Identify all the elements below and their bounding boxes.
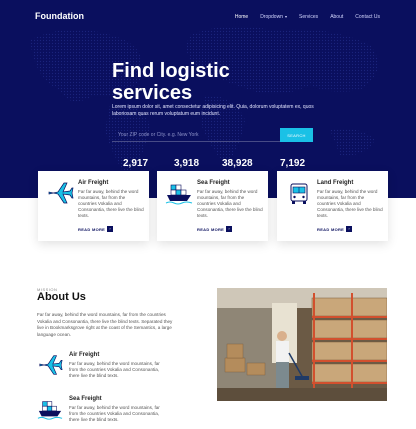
- card-title: Land Freight: [317, 180, 354, 186]
- nav-dropdown[interactable]: Dropdown ▾: [260, 14, 287, 20]
- nav-contact[interactable]: Contact Us: [355, 14, 380, 20]
- read-more-link[interactable]: READ MORE: [197, 227, 224, 232]
- nav-dropdown-label: Dropdown: [260, 14, 283, 20]
- card-text: Far far away, behind the word mountains,…: [197, 189, 263, 218]
- arrow-right-icon[interactable]: ›: [226, 226, 232, 232]
- feature-title: Air Freight: [69, 352, 100, 358]
- main-nav: Home Dropdown ▾ Services About Contact Us: [223, 14, 380, 20]
- about-text: Far far away, behind the word mountains,…: [37, 312, 173, 337]
- feature-air: Air Freight Far far away, behind the wor…: [37, 352, 187, 384]
- ship-icon: [165, 184, 193, 205]
- arrow-right-icon[interactable]: ›: [346, 226, 352, 232]
- stat-value: 3,918: [174, 158, 200, 169]
- warehouse-photo: [217, 288, 387, 401]
- card-title: Air Freight: [78, 180, 109, 186]
- feature-text: Far far away, behind the word mountains,…: [69, 405, 160, 422]
- feature-sea: Sea Freight Far far away, behind the wor…: [37, 396, 187, 428]
- section-title: About Us: [37, 291, 86, 303]
- bus-icon: [290, 183, 308, 204]
- service-card-sea: Sea Freight Far far away, behind the wor…: [157, 171, 268, 241]
- hero-title-line1: Find logistic: [112, 60, 230, 82]
- search-button[interactable]: SEARCH: [280, 128, 313, 142]
- hero-title: Find logistic services: [112, 60, 312, 104]
- card-text: Far far away, behind the word mountains,…: [317, 189, 383, 218]
- chevron-down-icon: ▾: [284, 14, 287, 19]
- nav-about[interactable]: About: [330, 14, 343, 20]
- hero-title-line2: services: [112, 82, 193, 104]
- read-more-link[interactable]: READ MORE: [317, 227, 344, 232]
- feature-title: Sea Freight: [69, 396, 102, 402]
- nav-services[interactable]: Services: [299, 14, 318, 20]
- search-input[interactable]: [112, 128, 280, 142]
- brand-logo[interactable]: Foundation: [35, 11, 84, 21]
- hero-section: Foundation Home Dropdown ▾ Services About…: [0, 0, 416, 198]
- card-title: Sea Freight: [197, 180, 230, 186]
- stat-value: 7,192: [280, 158, 306, 169]
- ship-icon: [37, 401, 63, 420]
- stat-value: 2,917: [123, 158, 149, 169]
- airplane-icon: [48, 182, 74, 204]
- service-card-land: Land Freight Far far away, behind the wo…: [277, 171, 388, 241]
- nav-home[interactable]: Home: [235, 14, 248, 20]
- hero-subtitle: Lorem ipsum dolor sit, amet consectetur …: [112, 104, 314, 117]
- service-card-air: Air Freight Far far away, behind the wor…: [38, 171, 149, 241]
- stat-value: 38,928: [222, 158, 253, 169]
- airplane-icon: [39, 355, 63, 375]
- feature-text: Far far away, behind the word mountains,…: [69, 361, 160, 378]
- arrow-right-icon[interactable]: ›: [107, 226, 113, 232]
- read-more-link[interactable]: READ MORE: [78, 227, 105, 232]
- card-text: Far far away, behind the word mountains,…: [78, 189, 144, 218]
